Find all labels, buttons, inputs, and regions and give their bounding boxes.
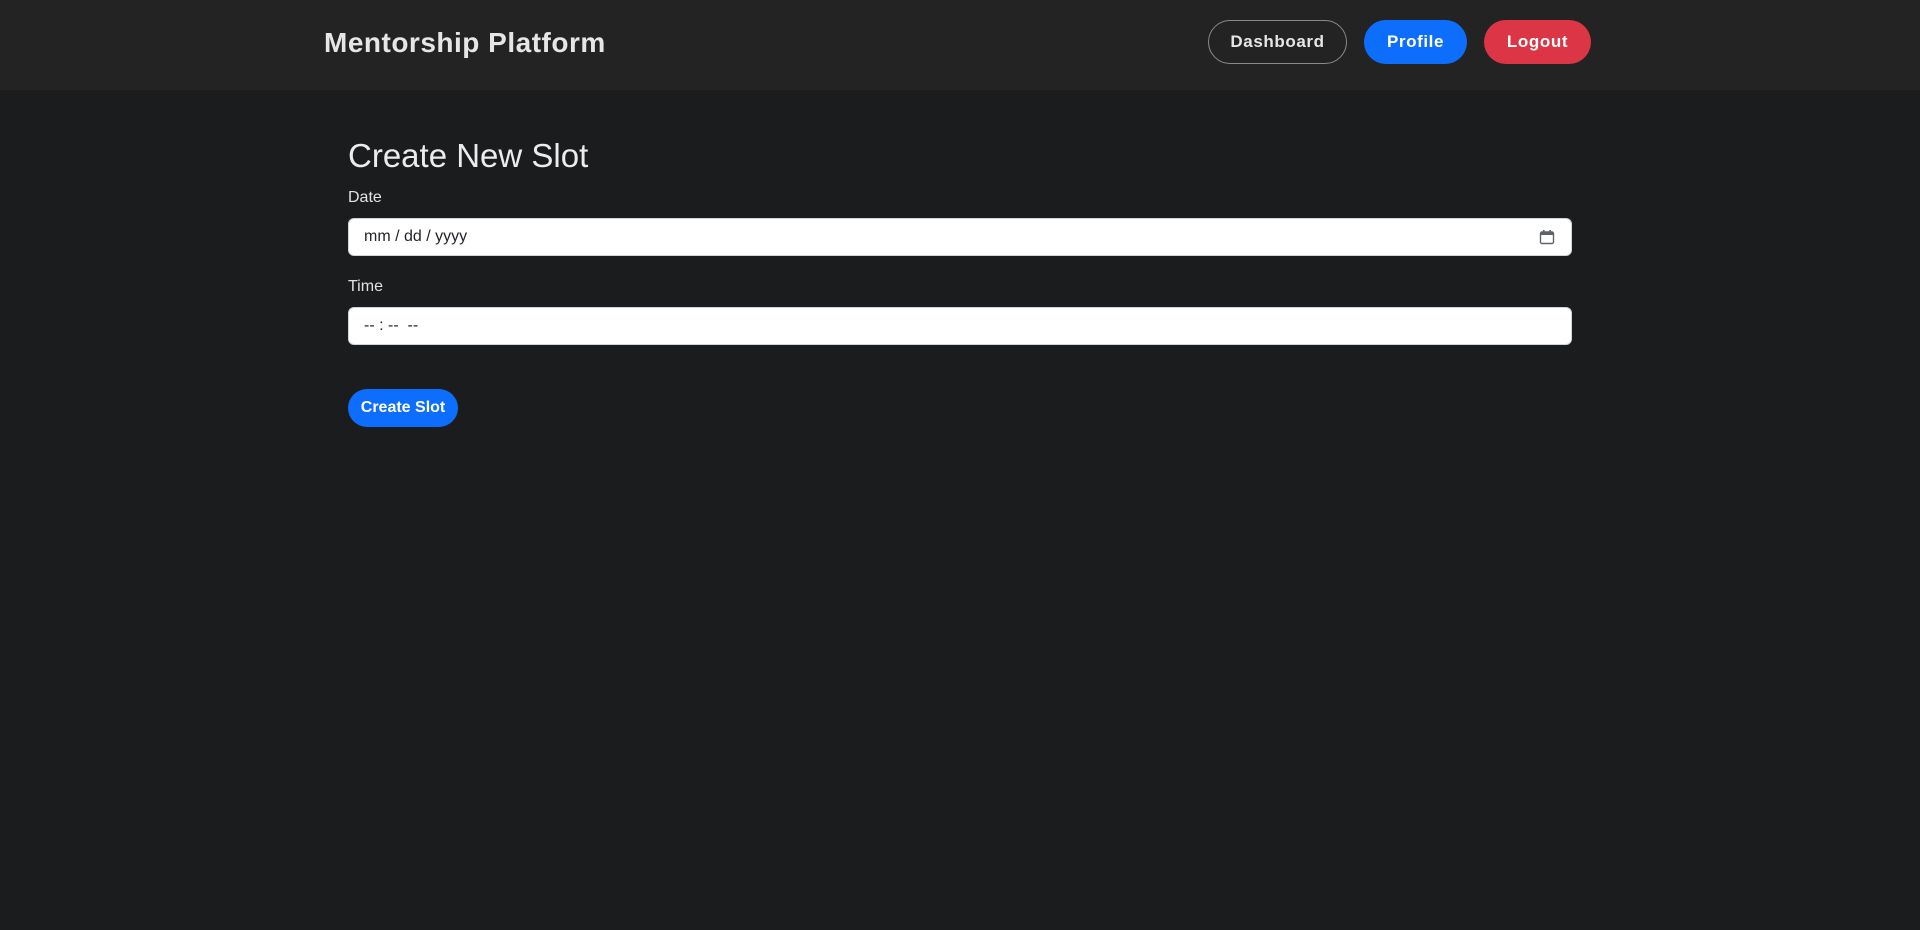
top-navbar: Mentorship Platform Dashboard Profile Lo…: [0, 0, 1920, 90]
date-input-placeholder: mm / dd / yyyy: [364, 228, 468, 245]
calendar-icon[interactable]: [1539, 229, 1555, 245]
brand-title[interactable]: Mentorship Platform: [324, 26, 606, 60]
time-input[interactable]: -- : -- --: [348, 307, 1572, 345]
time-label: Time: [348, 278, 383, 295]
date-label: Date: [348, 189, 382, 206]
page-title: Create New Slot: [348, 137, 589, 174]
dashboard-button[interactable]: Dashboard: [1208, 20, 1347, 64]
logout-button[interactable]: Logout: [1484, 20, 1591, 64]
time-input-placeholder: -- : -- --: [364, 317, 419, 334]
date-input[interactable]: mm / dd / yyyy: [348, 218, 1572, 256]
profile-button[interactable]: Profile: [1364, 20, 1467, 64]
create-slot-button[interactable]: Create Slot: [348, 389, 458, 427]
